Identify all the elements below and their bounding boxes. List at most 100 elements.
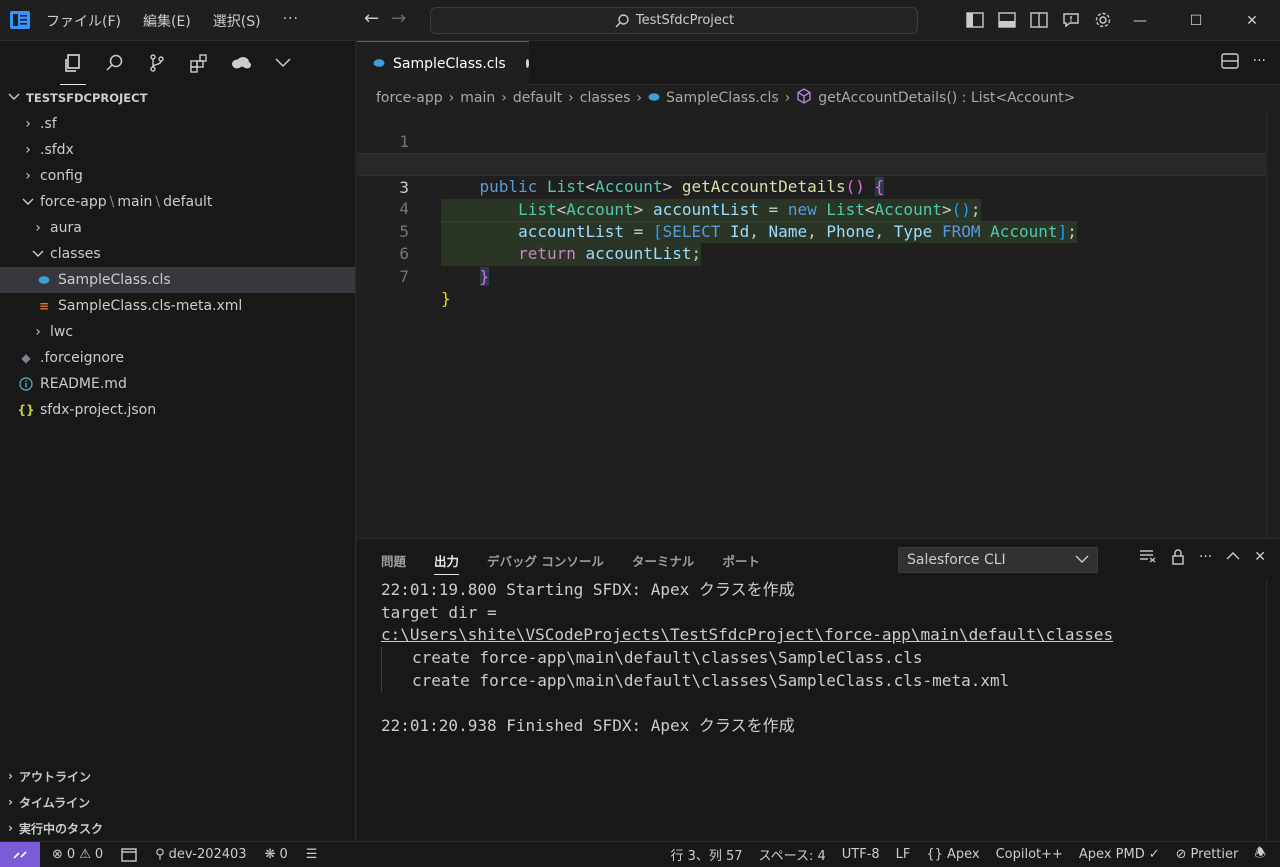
code-editor[interactable]: 1 public with sharing class SampleClass …: [357, 108, 1280, 538]
tree-folder-classes[interactable]: classes: [0, 241, 355, 267]
breadcrumb-item[interactable]: SampleClass.cls: [666, 90, 779, 106]
close-icon[interactable]: ✕: [1224, 0, 1280, 41]
ports-status[interactable]: ❋ 0: [265, 847, 288, 862]
pmd-status[interactable]: Apex PMD ✓: [1079, 847, 1160, 862]
copilot-status[interactable]: Copilot++: [996, 847, 1063, 862]
clear-output-icon[interactable]: [1139, 549, 1157, 569]
menu-selection[interactable]: 選択(S): [211, 10, 263, 32]
chevron-down-icon: [8, 91, 20, 105]
panel-actions: ··· ✕: [1139, 549, 1266, 569]
running-tasks-section[interactable]: › 実行中のタスク: [0, 815, 356, 841]
toggle-primary-sidebar-icon[interactable]: [964, 8, 986, 32]
breadcrumb-item[interactable]: force-app: [376, 90, 443, 106]
remote-indicator-icon[interactable]: [0, 842, 40, 867]
tree-folder-sf[interactable]: › .sf: [0, 111, 355, 137]
encoding[interactable]: UTF-8: [842, 847, 880, 862]
salesforce-cloud-icon[interactable]: [220, 41, 262, 85]
tab-terminal[interactable]: ターミナル: [632, 551, 695, 575]
prettier-status[interactable]: ⊘ Prettier: [1176, 847, 1239, 862]
tree-folder-aura[interactable]: › aura: [0, 215, 355, 241]
output-line: 22:01:19.800 Starting SFDX: Apex クラスを作成: [381, 580, 795, 599]
code-line: 4 accountList = [SELECT Id, Name, Phone,…: [357, 176, 1280, 243]
indentation[interactable]: スペース: 4: [759, 845, 826, 864]
problems-status[interactable]: ⊗ 0 ⚠ 0: [52, 847, 103, 862]
menu-lines-icon[interactable]: ☰: [306, 847, 318, 862]
breadcrumb-item[interactable]: getAccountDetails() : List<Account>: [818, 90, 1075, 106]
feedback-icon[interactable]: [1060, 8, 1082, 32]
tree-label: default: [163, 194, 213, 210]
split-editor-icon[interactable]: [1220, 53, 1239, 73]
breadcrumb-item[interactable]: default: [513, 90, 562, 106]
chevron-down-icon[interactable]: [262, 41, 304, 85]
output-line-blank: [381, 692, 1113, 715]
tab-ports[interactable]: ポート: [722, 551, 760, 575]
tree-folder-force-app[interactable]: force-app \ main \ default: [0, 189, 355, 215]
notifications-bell-icon[interactable]: 🕭: [1254, 844, 1266, 866]
menu-file[interactable]: ファイル(F): [44, 10, 123, 32]
tree-folder-sfdx[interactable]: › .sfdx: [0, 137, 355, 163]
line-ending[interactable]: LF: [896, 847, 911, 862]
search-label: TestSfdcProject: [635, 13, 735, 28]
tree-label: classes: [50, 246, 101, 262]
tree-folder-config[interactable]: › config: [0, 163, 355, 189]
explorer-project-header[interactable]: TESTSFDCPROJECT: [0, 85, 355, 111]
breadcrumb-item[interactable]: main: [460, 90, 495, 106]
tab-debug-console[interactable]: デバッグ コンソール: [487, 551, 604, 575]
tree-file-readme[interactable]: README.md: [0, 371, 355, 397]
editor-tab-bar: SampleClass.cls ···: [357, 41, 1280, 85]
editor-scrollbar[interactable]: [1266, 108, 1280, 538]
tab-sampleclass[interactable]: SampleClass.cls: [357, 41, 529, 85]
ports-count: 0: [279, 847, 288, 862]
explorer-icon[interactable]: [52, 41, 94, 85]
panel-scrollbar[interactable]: [1266, 579, 1280, 839]
back-arrow-icon[interactable]: ←: [364, 8, 379, 29]
more-actions-icon[interactable]: ···: [1253, 53, 1266, 73]
code-line: 1 public with sharing class SampleClass …: [357, 108, 1280, 174]
output-log[interactable]: 22:01:19.800 Starting SFDX: Apex クラスを作成 …: [381, 579, 1113, 738]
maximize-panel-icon[interactable]: [1226, 549, 1240, 569]
extensions-icon[interactable]: [178, 41, 220, 85]
lock-icon[interactable]: [1171, 549, 1185, 569]
code-line-current: 3 List<Account> accountList = new List<A…: [357, 153, 1280, 222]
window-icon[interactable]: [121, 847, 137, 862]
menu-edit[interactable]: 編集(E): [141, 10, 193, 32]
output-channel-select[interactable]: Salesforce CLI: [898, 547, 1098, 573]
code-line: 2 public List<Account> getAccountDetails…: [357, 131, 1280, 196]
forward-arrow-icon[interactable]: →: [391, 8, 406, 29]
outline-section[interactable]: › アウトライン: [0, 763, 356, 789]
output-path-link[interactable]: c:\Users\shite\VSCodeProjects\TestSfdcPr…: [381, 624, 1113, 647]
tree-folder-lwc[interactable]: › lwc: [0, 319, 355, 345]
breadcrumb-item[interactable]: classes: [580, 90, 631, 106]
tab-output[interactable]: 出力: [434, 551, 460, 575]
chevron-down-icon: [30, 249, 46, 259]
cursor-position[interactable]: 行 3、列 57: [670, 845, 742, 864]
settings-gear-icon[interactable]: [1092, 8, 1114, 32]
search-icon[interactable]: [94, 41, 136, 85]
language-mode[interactable]: {} Apex: [926, 847, 979, 862]
more-actions-icon[interactable]: ···: [1199, 549, 1212, 569]
tree-file-forceignore[interactable]: ◆ .forceignore: [0, 345, 355, 371]
tree-file-sampleclass-meta[interactable]: ≡ SampleClass.cls-meta.xml: [0, 293, 355, 319]
tree-file-sampleclass-cls[interactable]: SampleClass.cls: [0, 267, 355, 293]
unsaved-dot-icon[interactable]: [525, 59, 529, 68]
source-control-icon[interactable]: [136, 41, 178, 85]
menu-bar: ファイル(F) 編集(E) 選択(S) ···: [44, 10, 301, 32]
org-status[interactable]: ⚲ dev-202403: [155, 847, 246, 862]
output-line: create force-app\main\default\classes\Sa…: [381, 647, 1113, 670]
editor-actions: ···: [1220, 53, 1266, 73]
tree-file-sfdx-project[interactable]: {} sfdx-project.json: [0, 397, 355, 423]
menu-more-button[interactable]: ···: [281, 10, 301, 32]
toggle-secondary-sidebar-icon[interactable]: [1028, 8, 1050, 32]
maximize-icon[interactable]: ☐: [1168, 0, 1224, 41]
toggle-panel-icon[interactable]: [996, 8, 1018, 32]
close-panel-icon[interactable]: ✕: [1254, 549, 1266, 569]
code-line: 7 }: [357, 243, 1280, 309]
minimize-icon[interactable]: —: [1112, 0, 1168, 41]
command-center-search[interactable]: TestSfdcProject: [430, 7, 918, 34]
rss-xml-icon: ≡: [38, 299, 50, 313]
timeline-section[interactable]: › タイムライン: [0, 789, 356, 815]
tab-problems[interactable]: 問題: [381, 551, 406, 575]
error-count: 0: [66, 847, 76, 862]
tree-label: .sfdx: [40, 142, 74, 158]
json-braces-icon: {}: [17, 403, 35, 417]
